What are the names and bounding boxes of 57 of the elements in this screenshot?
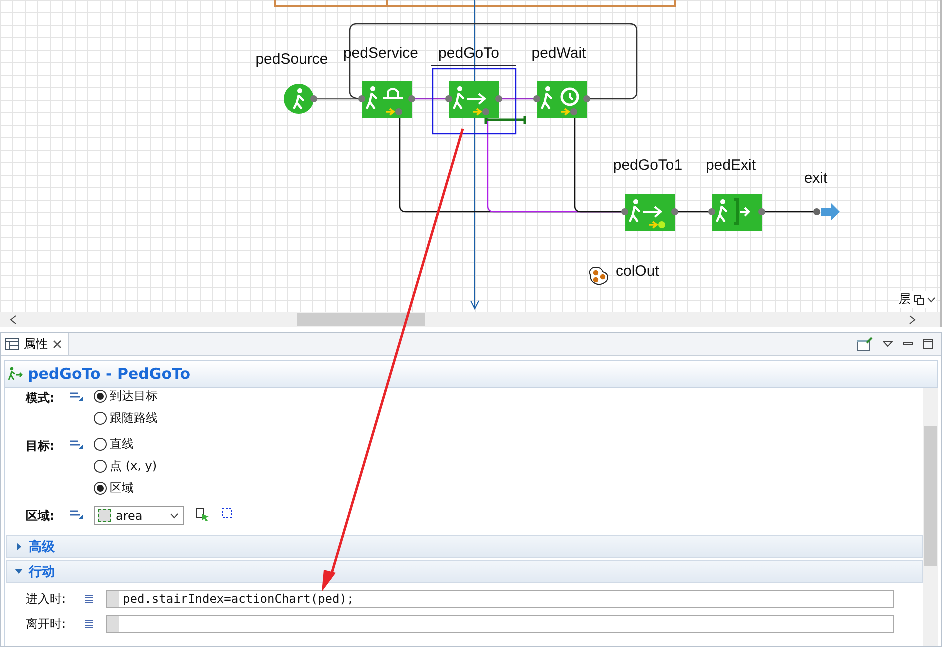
area-dropdown[interactable]: area [94,506,184,525]
vertical-scrollbar[interactable] [923,388,938,646]
block-label: colOut [616,262,660,280]
section-header[interactable]: 行动 [6,560,923,583]
collection-icon[interactable] [589,267,608,286]
field-label: 模式: [26,390,56,407]
radio-option[interactable]: 直线 [94,436,158,453]
walking-arrow-block-icon[interactable] [446,81,502,118]
horizontal-scrollbar[interactable] [0,312,942,327]
caret-down-icon [15,568,23,576]
code-field[interactable]: ped.stairIndex=actionChart(ped); [106,590,894,608]
select-on-canvas-icon[interactable] [194,506,210,522]
walking-arrow-icon [8,367,24,381]
chevron-right-icon[interactable] [909,314,916,324]
exit-arrow-icon[interactable] [814,203,840,221]
close-icon[interactable] [53,340,62,348]
radio-option[interactable]: 到达目标 [94,388,158,405]
block-label: pedGoTo1 [613,156,683,174]
field-label: 离开时: [26,616,68,632]
code-field[interactable] [106,615,894,633]
table-icon [5,338,19,350]
static-value-icon[interactable] [70,440,83,449]
field-label: 进入时: [26,590,68,608]
field-label: 区域: [26,508,56,525]
block-label: pedExit [706,156,756,174]
pin-icon[interactable] [857,337,873,351]
panel-title: pedGoTo - PedGoTo [28,365,191,383]
section-header[interactable]: 高级 [6,535,923,558]
chevron-down-icon[interactable] [927,296,936,302]
area-swatch-icon [98,509,111,522]
window-icon[interactable] [914,294,924,304]
chevron-left-icon[interactable] [10,314,17,324]
block-label: exit [804,170,828,187]
maximize-icon[interactable] [923,339,933,349]
service-block-icon[interactable] [358,81,416,118]
block-label: pedSource [256,50,328,68]
properties-tab[interactable]: 属性 [1,333,69,355]
caret-right-icon [15,542,23,550]
field-label: 目标: [26,438,56,455]
walking-arrow-block-icon[interactable] [622,194,678,231]
view-menu-icon[interactable] [883,341,893,347]
tab-label: 属性 [24,336,48,352]
exit-door-block-icon[interactable] [708,194,766,231]
chevron-down-icon [170,512,179,518]
pedestrian-source-icon[interactable] [284,84,318,114]
block-label: pedWait [532,44,586,62]
radio-option[interactable]: 点 (x, y) [94,458,158,475]
static-value-icon[interactable] [70,510,83,519]
code-field-icon[interactable] [84,619,94,629]
clock-block-icon[interactable] [534,81,590,118]
static-value-icon[interactable] [70,392,83,401]
code-field-icon[interactable] [84,594,94,604]
minimize-icon[interactable] [903,342,913,346]
wait-timer-line [484,114,526,126]
area-selection-icon[interactable] [220,506,234,520]
radio-option[interactable]: 跟随路线 [94,410,158,427]
radio-option[interactable]: 区域 [94,480,158,497]
